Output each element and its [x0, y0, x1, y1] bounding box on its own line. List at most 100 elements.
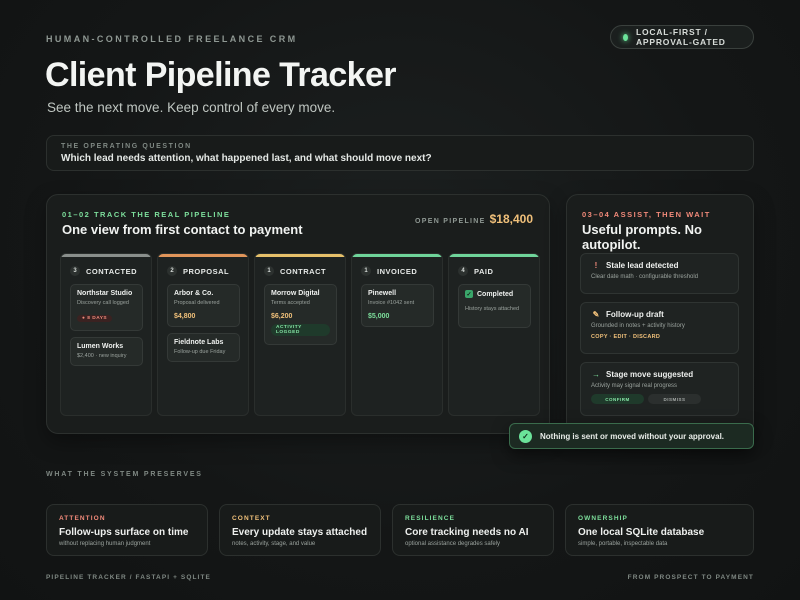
column-bar	[255, 254, 345, 257]
confirm-button[interactable]: CONFIRM	[591, 394, 644, 404]
stale-lead-sub: Clear date math · configurable threshold	[591, 274, 699, 280]
completed-note: History stays attached	[465, 306, 520, 312]
pipeline-panel: 01–02 TRACK THE REAL PIPELINE One view f…	[46, 194, 550, 434]
alert-icon: !	[594, 261, 598, 270]
lead-name: Pinewell	[368, 290, 397, 297]
lead-status: Follow-up due Friday	[174, 349, 226, 355]
lead-value: $5,000	[368, 313, 390, 320]
footer-right: FROM PROSPECT TO PAYMENT	[627, 574, 754, 581]
preserve-title: Every update stays attached	[232, 527, 368, 538]
follow-up-title: Follow-up draft	[606, 310, 664, 319]
preserve-card-context: CONTEXT Every update stays attached note…	[219, 504, 381, 556]
preserves-label: WHAT THE SYSTEM PRESERVES	[46, 471, 203, 478]
lead-name: Lumen Works	[77, 343, 124, 350]
column-proposal: 2 PROPOSAL Arbor & Co. Proposal delivere…	[157, 253, 249, 416]
lead-status: Proposal delivered	[174, 300, 220, 306]
check-circle-icon: ✓	[519, 429, 532, 443]
footer-left: PIPELINE TRACKER / FASTAPI + SQLITE	[46, 574, 211, 581]
preserve-card-ownership: OWNERSHIP One local SQLite database simp…	[565, 504, 754, 556]
check-icon: ✓	[465, 290, 473, 298]
lead-card[interactable]: Pinewell Invoice #1042 sent $5,000	[361, 284, 434, 327]
question-label: THE OPERATING QUESTION	[61, 143, 192, 150]
pipeline-columns: 3 CONTACTED Northstar Studio Discovery c…	[60, 253, 540, 416]
pencil-icon: ✎	[592, 310, 600, 319]
lead-name: Fieldnote Labs	[174, 339, 224, 346]
status-dot-icon	[623, 33, 628, 41]
column-bar	[61, 254, 151, 257]
column-name: PROPOSAL	[183, 266, 230, 276]
lead-card[interactable]: Northstar Studio Discovery call logged ●…	[70, 284, 143, 331]
column-name: CONTRACT	[280, 266, 327, 276]
column-bar	[352, 254, 442, 257]
stage-move-sub: Activity may signal real progress	[591, 383, 678, 389]
preserve-title: One local SQLite database	[578, 527, 705, 538]
preserve-sub: simple, portable, inspectable data	[578, 541, 668, 547]
pipeline-label: 01–02 TRACK THE REAL PIPELINE	[62, 210, 231, 219]
lead-name: Morrow Digital	[271, 290, 320, 297]
preserve-sub: without replacing human judgment	[59, 541, 151, 547]
page-subtitle: See the next move. Keep control of every…	[47, 100, 336, 115]
column-count: 1	[361, 266, 371, 276]
column-invoiced: 1 INVOICED Pinewell Invoice #1042 sent $…	[351, 253, 443, 416]
pipeline-title: One view from first contact to payment	[62, 222, 303, 237]
approval-toast: ✓ Nothing is sent or moved without your …	[509, 423, 754, 449]
open-pipeline-value: $18,400	[489, 212, 533, 226]
preserve-sub: notes, activity, stage, and value	[232, 541, 316, 547]
arrow-right-icon: →	[592, 370, 600, 379]
completed-title: Completed	[477, 290, 514, 298]
lead-status: $2,400 · new inquiry	[77, 353, 127, 359]
follow-up-card[interactable]: ✎ Follow-up draft Grounded in notes + ac…	[580, 302, 739, 354]
page-title: Client Pipeline Tracker	[45, 56, 397, 94]
preserve-label: CONTEXT	[232, 515, 271, 522]
lead-status: Discovery call logged	[77, 300, 129, 306]
stale-days-badge: ● 8 DAYS	[77, 315, 113, 322]
question-text: Which lead needs attention, what happene…	[61, 153, 432, 164]
lead-card[interactable]: Arbor & Co. Proposal delivered $4,800	[167, 284, 240, 327]
column-name: CONTACTED	[86, 266, 138, 276]
lead-status: Invoice #1042 sent	[368, 300, 415, 306]
preserve-title: Core tracking needs no AI	[405, 527, 529, 538]
assist-label: 03–04 ASSIST, THEN WAIT	[582, 210, 711, 219]
preserve-label: OWNERSHIP	[578, 515, 628, 522]
preserve-sub: optional assistance degrades safely	[405, 541, 501, 547]
stage-move-card[interactable]: → Stage move suggested Activity may sign…	[580, 362, 739, 416]
open-pipeline-label: OPEN PIPELINE	[415, 218, 486, 225]
mode-badge-label: LOCAL-FIRST / APPROVAL-GATED	[635, 27, 726, 47]
column-paid: 4 PAID ✓ Completed History stays attache…	[448, 253, 540, 416]
lead-name: Northstar Studio	[77, 290, 133, 297]
assist-panel: 03–04 ASSIST, THEN WAIT Useful prompts. …	[566, 194, 754, 434]
column-name: PAID	[474, 266, 494, 276]
preserve-label: RESILIENCE	[405, 515, 456, 522]
column-contacted: 3 CONTACTED Northstar Studio Discovery c…	[60, 253, 152, 416]
stale-lead-card[interactable]: ! Stale lead detected Clear date math · …	[580, 253, 739, 294]
lead-value: $4,800	[174, 313, 196, 320]
lead-card[interactable]: Lumen Works $2,400 · new inquiry	[70, 337, 143, 366]
column-bar	[449, 254, 539, 257]
lead-status: Terms accepted	[271, 300, 310, 306]
assist-title: Useful prompts. No autopilot.	[582, 222, 702, 252]
lead-card[interactable]: Morrow Digital Terms accepted $6,200 ACT…	[264, 284, 337, 345]
preserve-label: ATTENTION	[59, 515, 106, 522]
follow-up-sub: Grounded in notes + activity history	[591, 323, 685, 329]
mode-badge: LOCAL-FIRST / APPROVAL-GATED	[610, 25, 754, 49]
column-count: 3	[70, 266, 80, 276]
stale-lead-title: Stale lead detected	[606, 261, 679, 270]
preserve-card-attention: ATTENTION Follow-ups surface on time wit…	[46, 504, 208, 556]
column-count: 4	[458, 266, 468, 276]
operating-question-panel: THE OPERATING QUESTION Which lead needs …	[46, 135, 754, 171]
column-name: INVOICED	[377, 266, 418, 276]
approval-text: Nothing is sent or moved without your ap…	[540, 431, 725, 441]
lead-card[interactable]: Fieldnote Labs Follow-up due Friday	[167, 333, 240, 362]
column-bar	[158, 254, 248, 257]
column-count: 1	[264, 266, 274, 276]
preserve-card-resilience: RESILIENCE Core tracking needs no AI opt…	[392, 504, 554, 556]
completed-card[interactable]: ✓ Completed History stays attached	[458, 284, 531, 328]
column-contract: 1 CONTRACT Morrow Digital Terms accepted…	[254, 253, 346, 416]
lead-name: Arbor & Co.	[174, 290, 214, 297]
open-pipeline-total: OPEN PIPELINE $18,400	[415, 212, 533, 226]
dismiss-button[interactable]: DISMISS	[648, 394, 701, 404]
activity-logged-badge: ACTIVITY LOGGED	[271, 324, 330, 336]
follow-up-actions[interactable]: COPY · EDIT · DISCARD	[591, 334, 728, 340]
eyebrow: HUMAN-CONTROLLED FREELANCE CRM	[46, 34, 298, 44]
column-count: 2	[167, 266, 177, 276]
